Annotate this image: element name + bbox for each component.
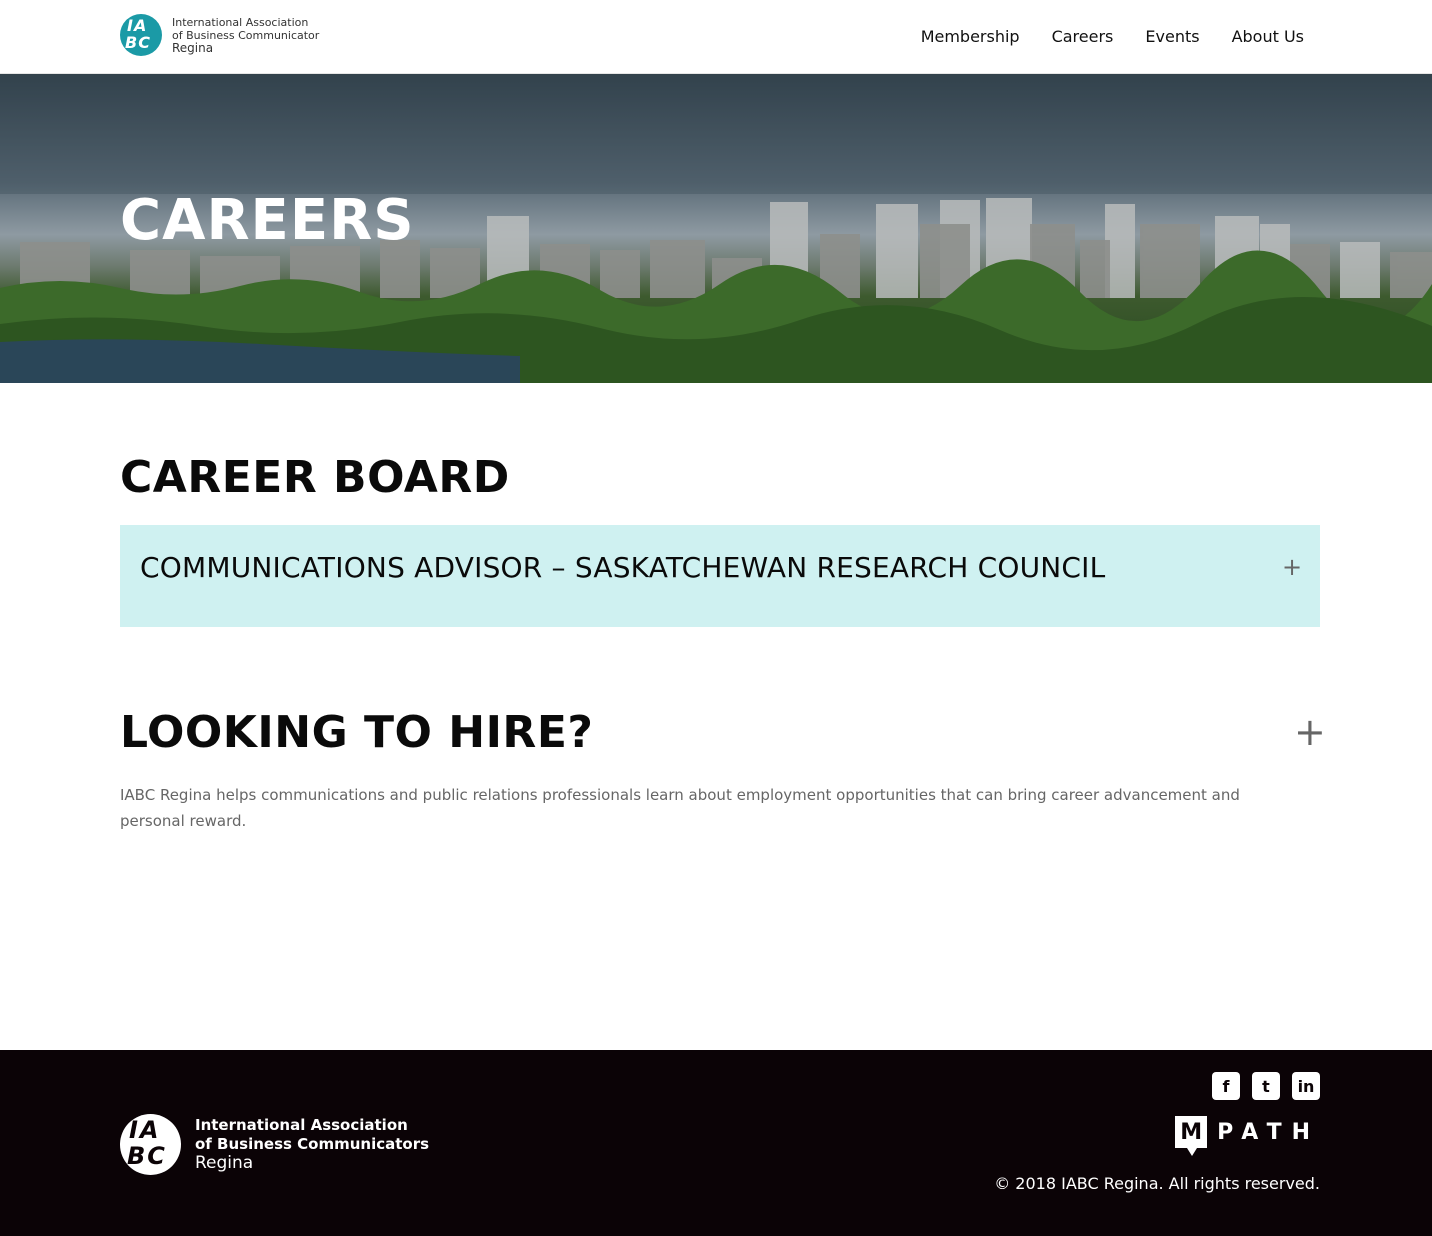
expand-plus-icon[interactable]: + (1282, 553, 1302, 581)
site-header: IA BC International Association of Busin… (0, 0, 1432, 74)
footer-logo-line-2: of Business Communicators (195, 1135, 430, 1153)
facebook-icon[interactable]: f (1212, 1072, 1240, 1100)
footer-logo-line-1: International Association (195, 1116, 408, 1134)
page-title: CAREERS (120, 188, 415, 253)
nav-careers[interactable]: Careers (1052, 27, 1114, 46)
mpath-logo[interactable]: M PATH (1175, 1116, 1320, 1156)
looking-to-hire-heading[interactable]: LOOKING TO HIRE? (120, 707, 593, 758)
twitter-icon[interactable]: t (1252, 1072, 1280, 1100)
nav-about-us[interactable]: About Us (1232, 27, 1304, 46)
main-nav: Membership Careers Events About Us (921, 27, 1304, 46)
copyright-text: © 2018 IABC Regina. All rights reserved. (994, 1174, 1320, 1193)
job-title: COMMUNICATIONS ADVISOR – SASKATCHEWAN RE… (140, 551, 1106, 584)
hero-banner: CAREERS (0, 74, 1432, 383)
logo-line-3: Regina (172, 40, 214, 55)
mpath-wordmark: PATH (1217, 1119, 1320, 1145)
logo-line-1: International Association (172, 15, 309, 29)
social-links: f t in (1212, 1072, 1320, 1100)
mpath-mark-icon: M (1175, 1116, 1208, 1156)
iabc-logo-icon: IA BC (120, 14, 162, 56)
footer-logo-text: International Association of Business Co… (195, 1116, 429, 1173)
footer-logo[interactable]: IA BC International Association of Busin… (120, 1114, 429, 1175)
site-footer: IA BC International Association of Busin… (0, 1050, 1432, 1236)
linkedin-icon[interactable]: in (1292, 1072, 1320, 1100)
nav-membership[interactable]: Membership (921, 27, 1020, 46)
hire-expand-plus-icon[interactable]: + (1294, 710, 1326, 754)
iabc-logo-icon: IA BC (120, 1114, 181, 1175)
header-logo[interactable]: IA BC International Association of Busin… (120, 14, 319, 56)
nav-events[interactable]: Events (1145, 27, 1199, 46)
logo-text: International Association of Business Co… (172, 16, 319, 55)
job-accordion-item[interactable]: COMMUNICATIONS ADVISOR – SASKATCHEWAN RE… (120, 525, 1320, 627)
career-board-heading: CAREER BOARD (120, 452, 510, 503)
footer-logo-line-3: Regina (195, 1153, 254, 1173)
logo-line-2: of Business Communicator (172, 28, 320, 42)
hire-description: IABC Regina helps communications and pub… (120, 786, 1240, 830)
